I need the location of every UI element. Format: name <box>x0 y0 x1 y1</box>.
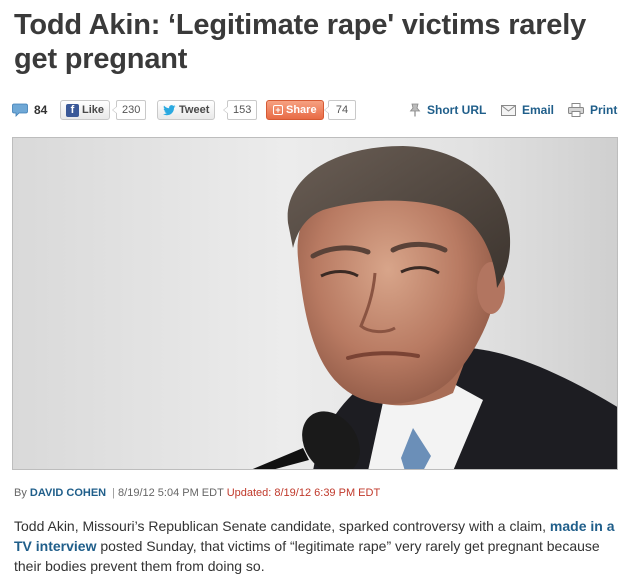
tweet-button[interactable]: Tweet <box>157 100 216 120</box>
byline-separator: | <box>112 487 116 499</box>
share-toolbar: 84 f Like 230 Tweet 153 + Share 74 Short… <box>12 100 622 122</box>
envelope-icon <box>501 104 516 116</box>
email-label: Email <box>522 103 555 117</box>
pushpin-icon <box>409 103 421 117</box>
author-link[interactable]: DAVID COHEN <box>30 487 106 499</box>
facebook-like-button[interactable]: f Like <box>60 100 111 120</box>
print-label: Print <box>590 103 618 117</box>
comments-link[interactable]: 84 <box>12 103 47 117</box>
short-url-label: Short URL <box>427 103 487 117</box>
plus-box-icon: + <box>273 105 283 115</box>
comments-count: 84 <box>34 103 48 117</box>
printer-icon <box>568 103 584 117</box>
byline-prefix: By <box>14 487 27 499</box>
article-summary: Todd Akin, Missouri’s Republican Senate … <box>14 516 619 576</box>
summary-text-before: Todd Akin, Missouri’s Republican Senate … <box>14 518 550 534</box>
updated-timestamp: Updated: 8/19/12 6:39 PM EDT <box>226 487 381 499</box>
article-byline: By DAVID COHEN | 8/19/12 5:04 PM EDT Upda… <box>14 487 380 499</box>
portrait-photo <box>13 138 617 469</box>
print-link[interactable]: Print <box>568 103 617 117</box>
facebook-like-count: 230 <box>111 100 147 120</box>
article-photo <box>12 137 618 470</box>
summary-text-after: posted Sunday, that victims of “legitima… <box>14 538 600 574</box>
email-link[interactable]: Email <box>501 103 554 117</box>
facebook-f-icon: f <box>66 103 79 117</box>
published-timestamp: 8/19/12 5:04 PM EDT <box>118 487 224 499</box>
speech-bubble-icon <box>12 103 28 117</box>
share-label: Share <box>286 104 317 116</box>
share-count: 74 <box>324 100 356 120</box>
share-button[interactable]: + Share <box>266 100 324 120</box>
tweet-count: 153 <box>222 100 258 120</box>
tweet-label: Tweet <box>179 104 210 116</box>
article-headline: Todd Akin: ‘Legitimate rape' victims rar… <box>14 9 587 75</box>
twitter-bird-icon <box>163 104 176 115</box>
short-url-link[interactable]: Short URL <box>409 103 486 117</box>
facebook-like-label: Like <box>82 104 105 116</box>
